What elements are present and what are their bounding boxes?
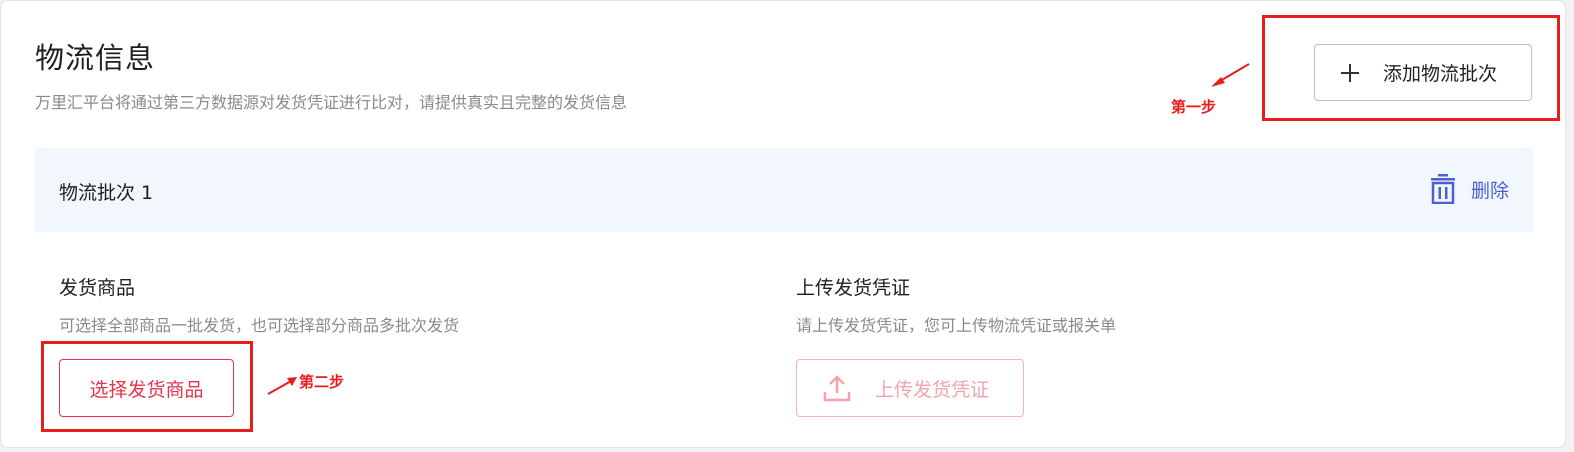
trash-icon <box>1430 174 1455 204</box>
page-title: 物流信息 <box>35 41 156 75</box>
upload-section-description: 请上传发货凭证，您可上传物流凭证或报关单 <box>796 316 1117 335</box>
step2-label: 第二步 <box>299 373 345 391</box>
goods-section-description: 可选择全部商品一批发货，也可选择部分商品多批次发货 <box>59 316 460 335</box>
upload-voucher-button[interactable]: 上传发货凭证 <box>796 359 1024 417</box>
upload-icon <box>823 375 851 402</box>
add-batch-button[interactable]: 添加物流批次 <box>1314 44 1532 101</box>
plus-icon <box>1341 63 1359 82</box>
logistics-panel: 物流信息 万里汇平台将通过第三方数据源对发货凭证进行比对，请提供真实且完整的发货… <box>0 0 1566 448</box>
delete-batch-button[interactable]: 删除 <box>1429 174 1509 204</box>
upload-voucher-label: 上传发货凭证 <box>875 378 990 401</box>
delete-label: 删除 <box>1470 179 1509 202</box>
select-goods-button[interactable]: 选择发货商品 <box>59 359 234 417</box>
upload-section-title: 上传发货凭证 <box>796 277 911 299</box>
step1-arrow-icon <box>1211 63 1250 87</box>
batch-header: 物流批次 1 删除 <box>35 148 1533 232</box>
batch-title: 物流批次 1 <box>59 182 154 204</box>
step1-label: 第一步 <box>1171 98 1217 116</box>
goods-section-title: 发货商品 <box>59 277 136 299</box>
page-subtitle: 万里汇平台将通过第三方数据源对发货凭证进行比对，请提供真实且完整的发货信息 <box>35 93 628 112</box>
add-batch-label: 添加物流批次 <box>1383 63 1498 85</box>
